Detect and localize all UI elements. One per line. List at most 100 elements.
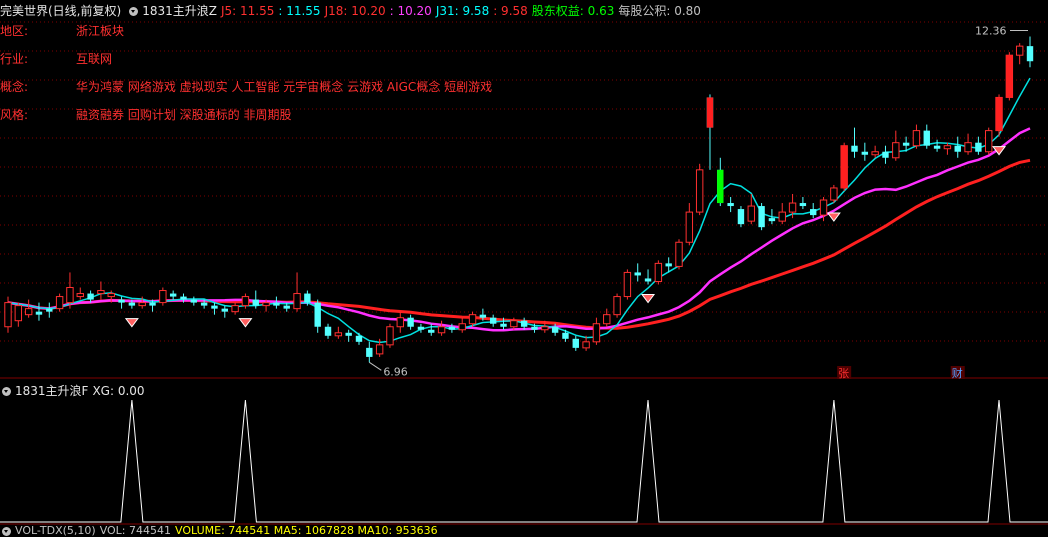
dropdown-icon[interactable] — [2, 387, 11, 396]
high-price-label: 12.36 — [975, 24, 1007, 37]
candle-body — [851, 145, 858, 152]
candle-body — [283, 305, 290, 309]
candle-body — [912, 130, 921, 147]
candle-body — [55, 296, 64, 310]
candle-body — [592, 323, 601, 343]
indicator-values: J5: 11.55: 11.55 J18: 10.20: 10.20 J31: 9.… — [221, 4, 705, 18]
candle-body — [448, 326, 456, 330]
sub-panel-value: XG: 0.00 — [92, 384, 145, 398]
candle-body — [231, 305, 239, 313]
candle-body — [437, 326, 446, 334]
stock-title[interactable]: 完美世界(日线,前复权) — [0, 4, 121, 18]
candle-body — [241, 296, 250, 307]
candle-body — [334, 332, 343, 337]
candle-body — [46, 308, 53, 312]
candle-body — [582, 341, 590, 349]
candle-body — [252, 299, 259, 306]
candle-body — [1026, 46, 1034, 62]
candle-body — [386, 326, 394, 346]
candle-body — [654, 262, 663, 282]
diamond-signal-icon — [238, 318, 253, 328]
volume-panel-header: VOL-TDX(5,10) VOL: 744541 VOLUME: 744541 M… — [0, 525, 442, 537]
candle-body — [819, 199, 828, 216]
candle-body-strong — [840, 145, 848, 188]
candle-body-strong — [1006, 55, 1013, 98]
sub-panel-name[interactable]: 1831主升浪F — [15, 384, 88, 398]
candle-body — [510, 320, 518, 328]
candle-body — [118, 299, 125, 303]
diamond-signal-icon — [641, 294, 656, 304]
info-row-style: 风格: 融资融券 回购计划 深股通标的 非周期股 — [0, 108, 292, 122]
candle-body — [66, 287, 74, 304]
candle-body — [778, 211, 786, 222]
header-value-3: : 10.20 — [389, 4, 432, 18]
candle-body — [634, 272, 641, 276]
candle-body — [200, 302, 208, 306]
candle-body — [396, 317, 404, 328]
candle-body — [882, 151, 889, 158]
volume-value: VOL: 744541 — [99, 524, 171, 537]
candle-body — [355, 335, 363, 342]
header-value-2: J18: 10.20 — [324, 4, 386, 18]
candle-body — [304, 293, 311, 303]
diamond-signal-icon — [124, 318, 139, 328]
candle-body — [262, 302, 270, 307]
candle-body — [562, 332, 569, 339]
xg-signal-line — [0, 399, 1048, 523]
candle-body — [375, 344, 384, 355]
candle-body — [468, 314, 477, 325]
candle-body — [407, 317, 414, 327]
candle-body — [479, 314, 487, 318]
candle-body — [551, 326, 559, 333]
candle-body — [954, 145, 961, 152]
candle-body — [417, 326, 425, 330]
candle-body — [685, 211, 694, 243]
region-value: 浙江板块 — [76, 24, 125, 38]
candle-body — [14, 305, 23, 322]
candle-body — [500, 323, 507, 327]
candle-body — [830, 187, 838, 201]
header-value-7: 每股公积: 0.80 — [618, 4, 701, 18]
candle-body — [644, 278, 652, 282]
candle-body — [211, 305, 218, 309]
style-value: 融资融券 回购计划 深股通标的 非周期股 — [76, 108, 292, 122]
info-row-industry: 行业: 互联网 — [0, 52, 113, 66]
header-value-0: J5: 11.55 — [220, 4, 275, 18]
header-value-1: : 11.55 — [278, 4, 321, 18]
candle-body — [314, 302, 321, 327]
candle-body — [138, 302, 146, 307]
candle-body — [221, 308, 228, 312]
candle-body — [747, 205, 755, 222]
candle-body — [324, 326, 332, 336]
candle-body — [758, 206, 765, 228]
header-value-4: J31: 9.58 — [435, 4, 490, 18]
candle-body — [180, 296, 187, 300]
candle-body — [97, 290, 105, 295]
candle-body — [159, 290, 167, 304]
low-price-arrow — [369, 361, 382, 371]
candle-body — [24, 308, 33, 316]
header-value-5: : 9.58 — [493, 4, 528, 18]
candle-body — [943, 145, 952, 150]
volume-panel-name[interactable]: VOL-TDX(5,10) — [15, 524, 96, 537]
candle-body — [428, 329, 435, 333]
candle-body — [366, 347, 373, 357]
dropdown-icon[interactable] — [2, 526, 11, 536]
dropdown-icon[interactable] — [129, 7, 139, 16]
candle-body — [975, 142, 982, 152]
candle-body — [892, 142, 900, 159]
candle-body-strong — [995, 97, 1003, 131]
info-row-region: 地区: 浙江板块 — [0, 24, 125, 38]
candle-body — [1015, 45, 1024, 56]
candle-body — [902, 142, 910, 146]
candle-body — [531, 326, 538, 330]
candle-body — [190, 299, 198, 303]
indicator-name[interactable]: 1831主升浪Z — [142, 4, 217, 18]
candle-body — [695, 169, 704, 213]
candle-body — [35, 311, 43, 315]
header-value-6: 股东权益: 0.63 — [531, 4, 615, 18]
candle-body — [788, 202, 797, 213]
chart-window[interactable]: 12.36 6.96 张财 完美世界(日线,前复权) 1831主升浪Z J5: 11.5… — [0, 0, 1048, 537]
event-marker-0: 张 — [838, 367, 849, 380]
industry-value: 互联网 — [76, 52, 113, 66]
